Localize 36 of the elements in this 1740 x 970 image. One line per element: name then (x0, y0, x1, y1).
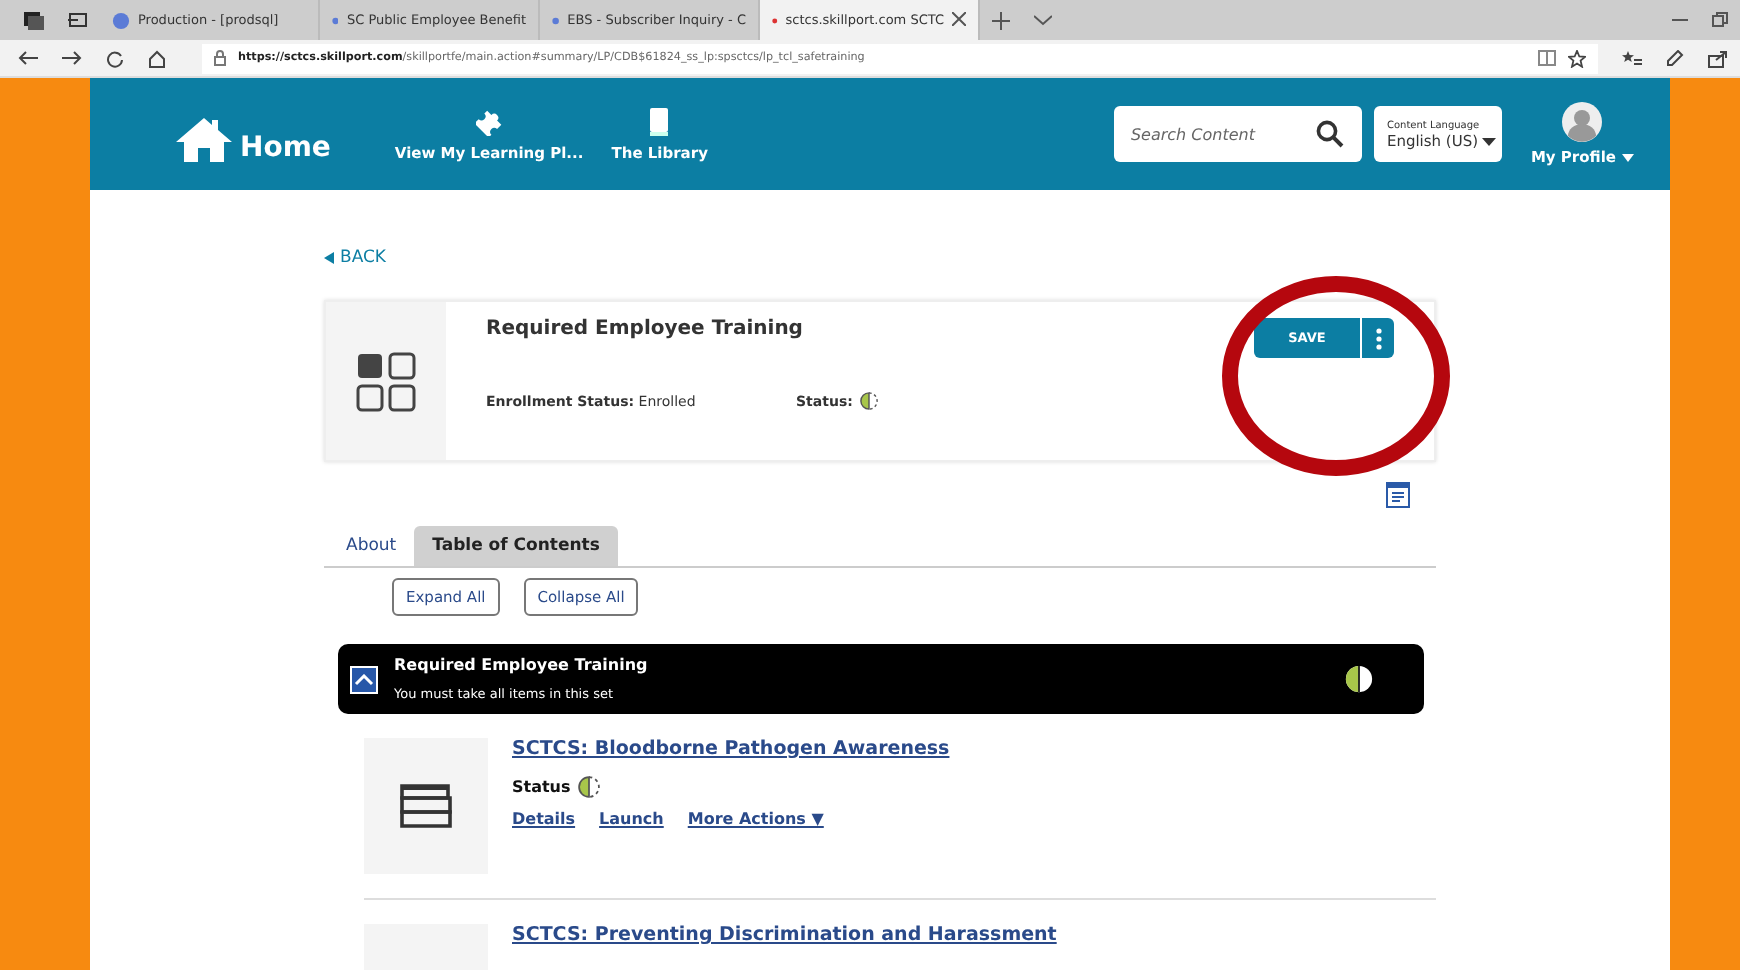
more-options-button[interactable] (1360, 318, 1394, 358)
grid-icon (356, 351, 416, 411)
home-link[interactable]: Home (174, 116, 331, 164)
home-icon (174, 116, 234, 164)
caret-icon (1622, 153, 1634, 161)
search-icon[interactable] (1316, 120, 1345, 148)
progress-icon (860, 392, 879, 410)
reading-view-icon[interactable] (1538, 50, 1556, 66)
course-link[interactable]: SCTCS: Bloodborne Pathogen Awareness (512, 738, 950, 760)
back-link[interactable]: BACK (324, 248, 387, 268)
lock-icon (214, 50, 226, 66)
caret-icon (1482, 137, 1497, 145)
book-icon (648, 107, 671, 135)
favicon-icon (112, 11, 130, 29)
progress-icon (1344, 664, 1374, 694)
search-field[interactable]: Search Content (1114, 106, 1363, 162)
tab[interactable]: Table of Contents (414, 526, 618, 566)
course-title: Required Employee Training (486, 318, 805, 340)
kebab-icon (1375, 327, 1381, 349)
collapse-toggle[interactable] (350, 665, 378, 693)
books-icon (396, 782, 456, 830)
avatar-icon (1562, 102, 1603, 142)
puzzle-icon (475, 107, 504, 135)
course-link[interactable]: SCTCS: Preventing Discrimination and Harassment (512, 924, 1057, 946)
chevron-up-icon (354, 673, 374, 685)
action-link[interactable]: More Actions ▼ (687, 810, 824, 828)
close-icon[interactable] (952, 11, 966, 29)
action-link[interactable]: Details (512, 810, 576, 828)
notes-icon[interactable] (1386, 480, 1410, 508)
caret-left-icon (324, 252, 334, 264)
progress-icon (578, 776, 601, 798)
set-title: Required Employee Training (394, 656, 650, 674)
action-link[interactable]: Launch (599, 810, 664, 828)
status-label: Status (512, 778, 571, 796)
tab[interactable]: About (328, 526, 415, 566)
star-icon[interactable] (1568, 49, 1586, 67)
